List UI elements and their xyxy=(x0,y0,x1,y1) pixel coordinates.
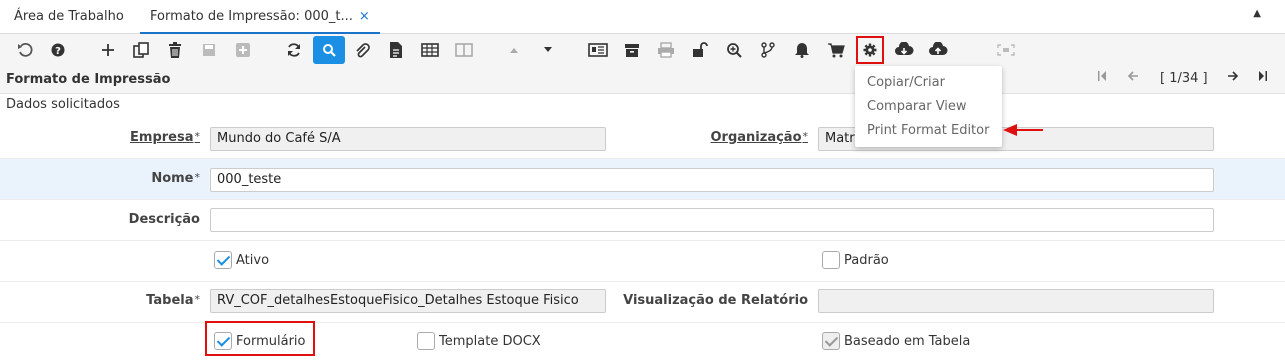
template-docx-label: Template DOCX xyxy=(439,334,541,349)
visualizacao-label: Visualização de Relatório xyxy=(623,293,808,308)
new-icon[interactable] xyxy=(93,36,123,64)
descricao-label: Descrição xyxy=(128,212,200,227)
record-counter: [ 1/34 ] xyxy=(1160,71,1208,86)
notification-icon[interactable] xyxy=(787,36,817,64)
refresh-icon[interactable] xyxy=(279,36,309,64)
label-text: Empresa xyxy=(130,130,194,145)
padrao-label: Padrão xyxy=(844,253,889,268)
padrao-checkbox[interactable] xyxy=(822,251,840,269)
formulario-label: Formulário xyxy=(236,334,306,349)
formulario-checkbox[interactable] xyxy=(214,332,232,350)
download-icon[interactable] xyxy=(889,36,919,64)
search-icon[interactable] xyxy=(313,36,345,64)
last-record-icon[interactable] xyxy=(1258,70,1268,86)
empresa-field[interactable]: Mundo do Café S/A xyxy=(210,127,606,151)
label-text: Nome xyxy=(151,171,194,186)
close-icon[interactable]: × xyxy=(359,9,370,24)
settings-icon[interactable] xyxy=(856,36,884,64)
next-record-icon[interactable] xyxy=(1227,70,1239,86)
tabela-label: Tabela* xyxy=(100,293,200,308)
grid-icon[interactable] xyxy=(415,36,445,64)
label-text: Organização xyxy=(710,130,802,145)
required-mark: * xyxy=(802,130,809,143)
customize-icon[interactable] xyxy=(991,36,1021,64)
menu-item-print-format-editor[interactable]: Print Format Editor xyxy=(867,123,989,138)
organizacao-label[interactable]: Organização* xyxy=(700,130,809,145)
form-row-formulario: Formulário Template DOCX Baseado em Tabe… xyxy=(0,321,1285,364)
archive-report-icon[interactable] xyxy=(583,36,613,64)
tabela-field[interactable]: RV_COF_detalhesEstoqueFisico_Detalhes Es… xyxy=(210,289,606,313)
baseado-tabela-label: Baseado em Tabela xyxy=(844,334,971,349)
required-mark: * xyxy=(194,130,201,143)
arrow-annotation-icon xyxy=(1003,124,1043,136)
workflow-icon[interactable] xyxy=(753,36,783,64)
first-record-icon[interactable] xyxy=(1097,70,1107,86)
zoom-icon[interactable] xyxy=(719,36,749,64)
tab-label: Formato de Impressão: 000_t... xyxy=(150,9,353,24)
toolbar: ? xyxy=(0,34,1285,66)
report-icon[interactable] xyxy=(381,36,411,64)
section-label: Dados solicitados xyxy=(6,97,120,112)
ativo-label: Ativo xyxy=(236,253,270,268)
cart-icon[interactable] xyxy=(821,36,851,64)
nome-field[interactable]: 000_teste xyxy=(210,168,1214,192)
save-icon[interactable] xyxy=(194,36,224,64)
form-row-tabela: Tabela* RV_COF_detalhesEstoqueFisico_Det… xyxy=(0,282,1285,323)
form-row-nome: Nome* 000_teste xyxy=(0,159,1285,200)
next-detail-icon[interactable] xyxy=(533,36,563,64)
previous-parent-icon[interactable] xyxy=(499,36,529,64)
lock-icon[interactable] xyxy=(685,36,715,64)
collapse-icon[interactable]: ▲ xyxy=(1253,8,1261,19)
form-row-descricao: Descrição xyxy=(0,200,1285,241)
upload-icon[interactable] xyxy=(923,36,953,64)
menu-item-comparar-view[interactable]: Comparar View xyxy=(867,99,967,114)
window-header: Formato de Impressão [ 1/34 ] xyxy=(0,66,1285,94)
copy-icon[interactable] xyxy=(126,36,156,64)
toggle-view-icon[interactable] xyxy=(449,36,479,64)
delete-icon[interactable] xyxy=(160,36,190,64)
empresa-label[interactable]: Empresa* xyxy=(100,130,200,145)
settings-dropdown-menu: Copiar/Criar Comparar View Print Format … xyxy=(855,66,1002,147)
attachment-icon[interactable] xyxy=(347,36,377,64)
tab-area-de-trabalho[interactable]: Área de Trabalho xyxy=(14,0,124,34)
baseado-tabela-checkbox xyxy=(822,332,840,350)
tab-bar: Área de Trabalho Formato de Impressão: 0… xyxy=(0,0,1285,34)
form-row-ativo: Ativo Padrão xyxy=(0,241,1285,282)
svg-text:?: ? xyxy=(55,46,61,57)
template-docx-checkbox[interactable] xyxy=(417,332,435,350)
print-icon[interactable] xyxy=(651,36,681,64)
tab-label: Área de Trabalho xyxy=(14,9,124,24)
page-title: Formato de Impressão xyxy=(6,72,171,87)
undo-icon[interactable] xyxy=(10,36,40,64)
menu-item-copiar-criar[interactable]: Copiar/Criar xyxy=(867,75,945,90)
help-icon[interactable]: ? xyxy=(43,36,73,64)
label-text: Tabela xyxy=(146,293,194,308)
previous-record-icon[interactable] xyxy=(1127,70,1139,86)
form-row-empresa: Empresa* Mundo do Café S/A Organização* … xyxy=(0,118,1285,159)
tab-formato-impressao[interactable]: Formato de Impressão: 000_t... × xyxy=(140,0,380,34)
required-mark: * xyxy=(194,293,201,306)
visualizacao-field[interactable] xyxy=(818,289,1214,313)
nome-label: Nome* xyxy=(100,171,200,186)
required-mark: * xyxy=(194,171,201,184)
save-new-icon[interactable] xyxy=(228,36,258,64)
descricao-field[interactable] xyxy=(210,208,1214,232)
ativo-checkbox[interactable] xyxy=(214,251,232,269)
archive-icon[interactable] xyxy=(617,36,647,64)
